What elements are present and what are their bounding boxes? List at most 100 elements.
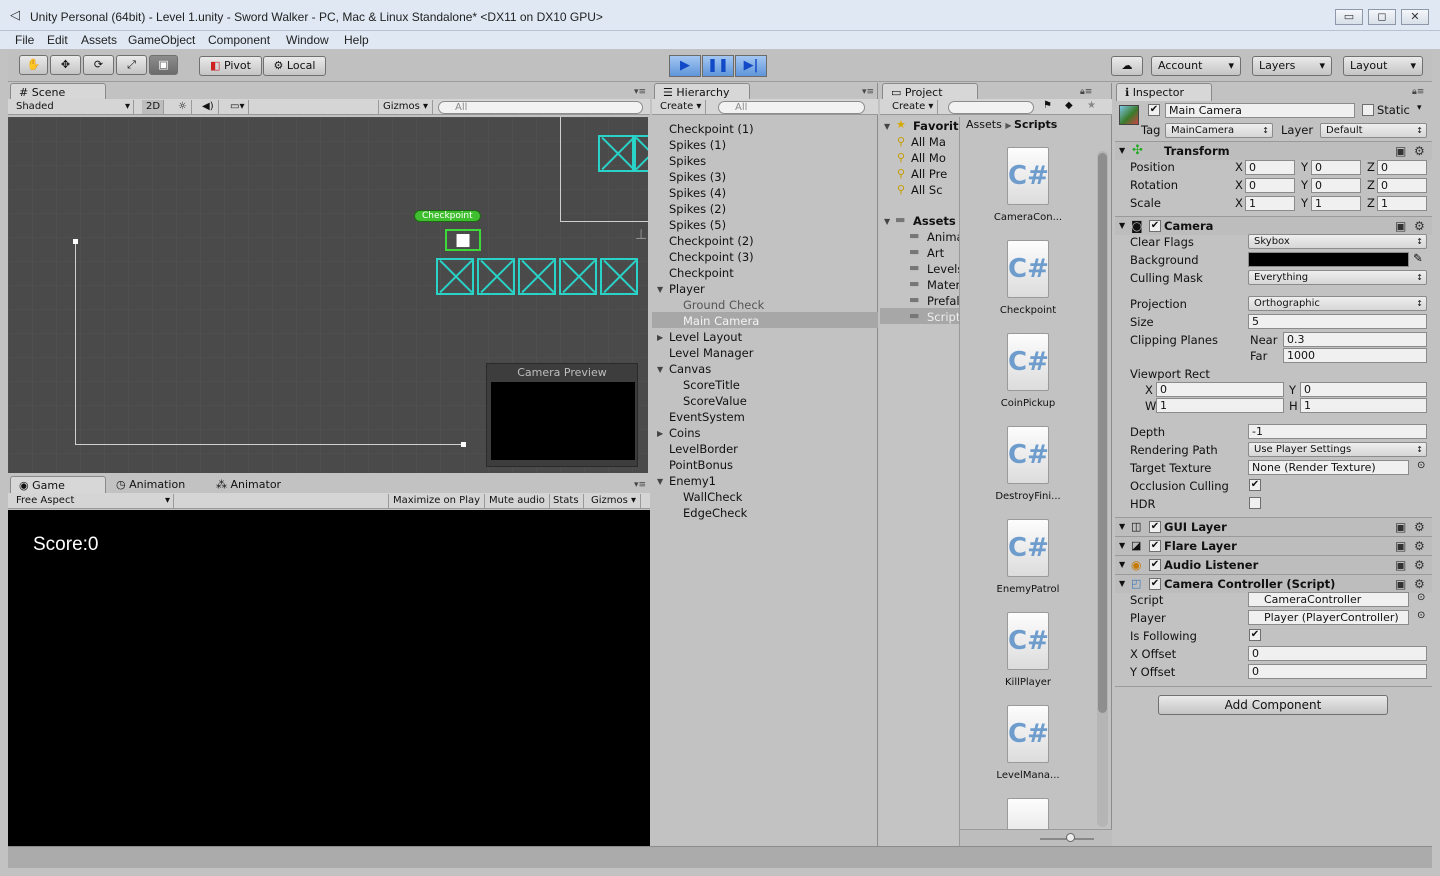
account-dropdown[interactable]: Account ▾ [1151,56,1241,76]
script-file[interactable]: C# DestroyFini... [982,426,1074,502]
hierarchy-item[interactable]: Checkpoint (1) [669,122,754,136]
folder-item-selected[interactable]: Script [927,310,959,324]
help-book-icon[interactable]: ▣ [1395,537,1406,555]
hierarchy-item[interactable]: PointBonus [669,458,733,472]
transform-header[interactable]: ▼ ✣ Transform ▣ ⚙ [1115,141,1432,160]
gizmos-dropdown[interactable]: Gizmos ▾ [378,100,434,114]
bounds-handle[interactable] [73,239,78,244]
lighting-icon[interactable]: ☼ [174,100,192,114]
menu-help[interactable]: Help [344,33,369,47]
favorites-label[interactable]: Favorit [913,119,958,133]
panel-menu-icon[interactable]: ▾≡ [634,87,646,97]
mute-audio-toggle[interactable]: Mute audio [485,494,550,508]
aspect-dropdown[interactable]: Free Aspect ▾ [12,494,174,508]
favorite-item[interactable]: All Mo [911,151,946,165]
hierarchy-search-input[interactable]: All [718,101,865,114]
panel-menu-icon[interactable]: ▾≡ [634,480,646,490]
hierarchy-item[interactable]: Level Manager [669,346,753,360]
rect-tool-icon[interactable]: ▣ [149,55,178,75]
hierarchy-item[interactable]: Spikes [669,154,706,168]
scene-search-input[interactable]: All [438,101,643,114]
game-viewport[interactable]: Score:0 [8,510,650,846]
2d-toggle[interactable]: 2D [142,100,164,114]
rotation-z-field[interactable]: 0 [1377,178,1427,193]
assets-folder[interactable]: Assets [913,214,956,228]
play-button[interactable]: ▶ [669,55,701,77]
expand-arrow-icon[interactable]: ▼ [884,217,890,226]
hierarchy-item[interactable]: EventSystem [669,410,745,424]
object-picker-icon[interactable]: ⊙ [1417,460,1425,471]
layer-dropdown[interactable]: Default [1320,123,1427,138]
move-tool-icon[interactable]: ✥ [50,55,81,75]
gameobject-name-field[interactable]: Main Camera [1165,103,1355,118]
lock-icon[interactable]: 🔒︎≡ [1080,87,1092,97]
filter-type-icon[interactable]: ⚑ [1043,100,1052,111]
camera-controller-checkbox[interactable]: ✔ [1149,578,1161,590]
hierarchy-item[interactable]: Spikes (3) [669,170,726,184]
tab-animator[interactable]: ⁂ Animator [208,476,298,494]
background-color-swatch[interactable] [1248,252,1409,267]
expand-arrow-icon[interactable]: ▼ [657,365,663,374]
gear-icon[interactable]: ⚙ [1414,556,1425,574]
camera-header[interactable]: ▼ ◙ ✔ Camera ▣ ⚙ [1115,216,1432,235]
menu-file[interactable]: File [15,33,34,47]
game-gizmos-dropdown[interactable]: Gizmos ▾ [587,494,642,508]
menu-component[interactable]: Component [208,33,270,47]
help-book-icon[interactable]: ▣ [1395,556,1406,574]
folder-item[interactable]: Mater [927,278,959,292]
script-field[interactable]: CameraController [1248,592,1409,607]
tab-inspector[interactable]: ℹ Inspector [1116,83,1212,101]
gear-icon[interactable]: ⚙ [1414,518,1425,536]
viewport-w-field[interactable]: 1 [1156,398,1284,413]
project-create-dropdown[interactable]: Create ▾ [888,100,939,114]
hierarchy-item-selected[interactable]: Main Camera [683,314,759,328]
x-offset-field[interactable]: 0 [1248,646,1427,661]
favorite-item[interactable]: All Pre [911,167,947,181]
hierarchy-item[interactable]: Canvas [669,362,711,376]
hdr-checkbox[interactable] [1249,497,1261,509]
player-field[interactable]: Player (PlayerController) [1248,610,1409,625]
shading-dropdown[interactable]: Shaded ▾ [12,100,134,114]
effects-icon[interactable]: ▭▾ [226,100,250,114]
hierarchy-item[interactable]: Checkpoint (3) [669,250,754,264]
scale-x-field[interactable]: 1 [1245,196,1295,211]
lock-icon[interactable]: 🔒︎≡ [1412,87,1424,97]
hierarchy-item[interactable]: Coins [669,426,701,440]
script-file[interactable]: C# CoinPickup [982,333,1074,409]
is-following-checkbox[interactable]: ✔ [1249,629,1261,641]
gui-layer-checkbox[interactable]: ✔ [1149,521,1161,533]
close-button[interactable]: ✕ [1401,9,1429,25]
project-scrollbar[interactable] [1097,151,1108,827]
culling-mask-dropdown[interactable]: Everything [1248,270,1427,285]
position-y-field[interactable]: 0 [1311,160,1361,175]
rotate-tool-icon[interactable]: ⟳ [83,55,114,75]
filter-label-icon[interactable]: ◆ [1065,100,1073,111]
hierarchy-item[interactable]: Player [669,282,705,296]
hierarchy-item[interactable]: Checkpoint [669,266,734,280]
scene-viewport[interactable]: Checkpoint ■ ⊥ Camera Preview [8,117,648,473]
folder-item[interactable]: Prefal [927,294,959,308]
hierarchy-item[interactable]: Spikes (4) [669,186,726,200]
gear-icon[interactable]: ⚙ [1414,575,1425,593]
tag-dropdown[interactable]: MainCamera [1165,123,1273,138]
rendering-path-dropdown[interactable]: Use Player Settings [1248,442,1427,457]
script-file[interactable]: C# KillPlayer [982,612,1074,688]
collapse-arrow-icon[interactable]: ▶ [657,429,663,438]
script-file[interactable]: C# Checkpoint [982,240,1074,316]
hierarchy-item[interactable]: Level Layout [669,330,742,344]
hierarchy-item[interactable]: Spikes (1) [669,138,726,152]
folder-item[interactable]: Art [927,246,944,260]
hierarchy-item[interactable]: ScoreTitle [683,378,740,392]
gui-layer-header[interactable]: ▼ ◫ ✔ GUI Layer ▣ ⚙ [1115,517,1432,536]
camera-enabled-checkbox[interactable]: ✔ [1149,220,1161,232]
gear-icon[interactable]: ⚙ [1414,217,1425,235]
cloud-icon[interactable]: ☁ [1111,56,1143,76]
hierarchy-item[interactable]: Ground Check [683,298,764,312]
folder-item[interactable]: Levels [927,262,959,276]
clear-flags-dropdown[interactable]: Skybox [1248,234,1427,249]
static-checkbox[interactable] [1362,104,1374,116]
far-field[interactable]: 1000 [1283,348,1427,363]
viewport-h-field[interactable]: 1 [1300,398,1427,413]
slider-thumb[interactable] [1066,833,1075,842]
target-texture-field[interactable]: None (Render Texture) [1248,460,1409,475]
